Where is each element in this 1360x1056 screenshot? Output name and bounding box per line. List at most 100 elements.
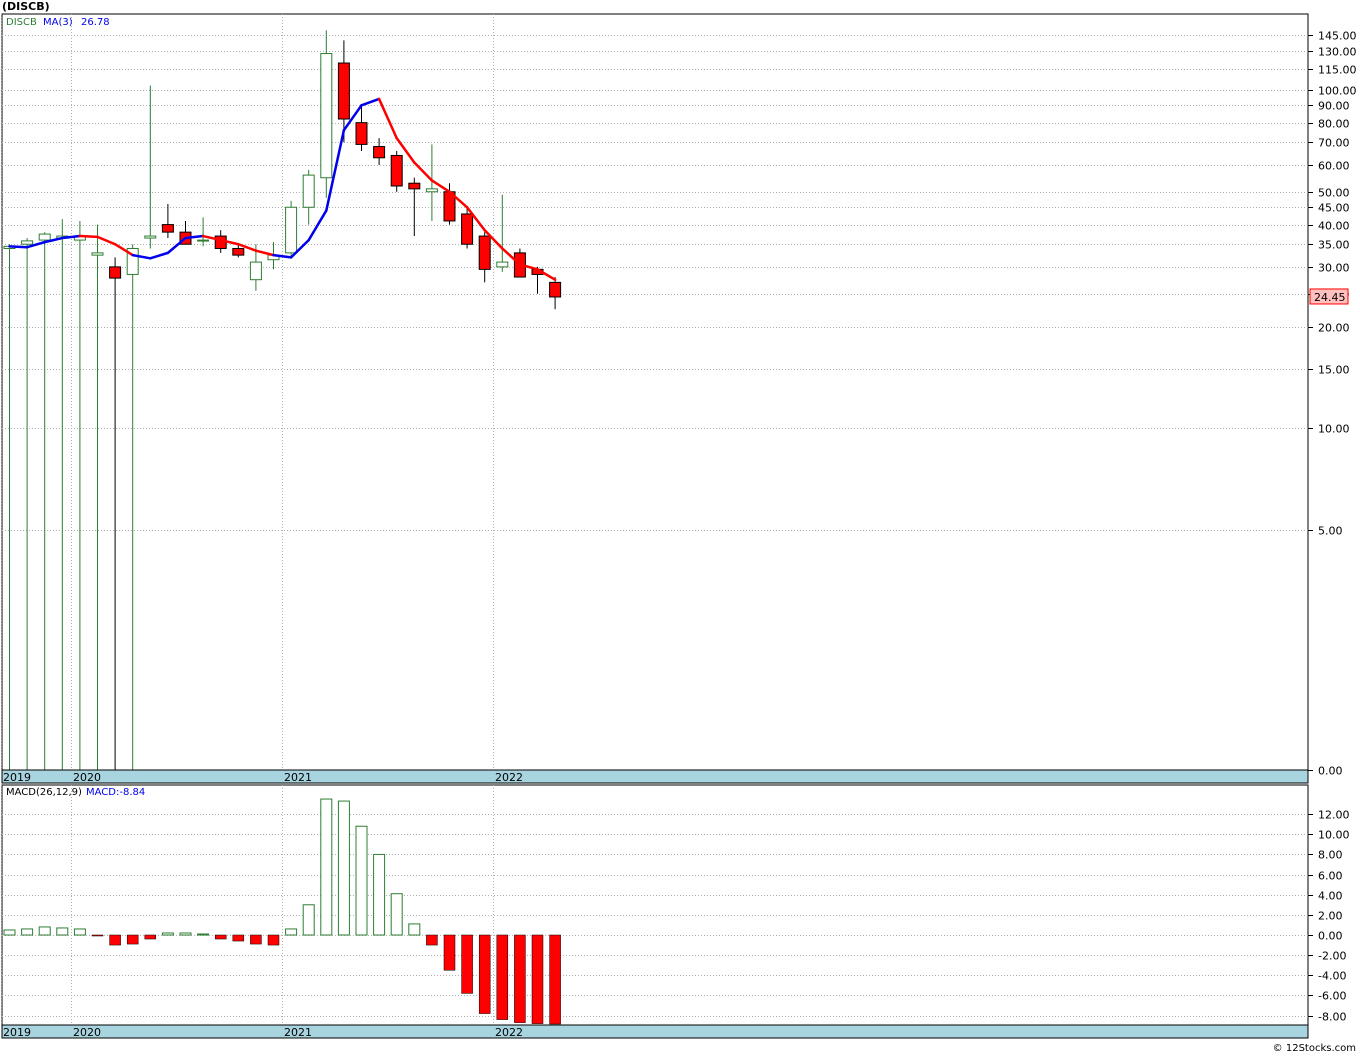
macd-y-tick-label: -6.00 — [1318, 990, 1346, 1003]
candle-body — [337, 62, 350, 120]
ma-line-segment — [8, 245, 29, 249]
candle-body — [302, 174, 315, 208]
price-y-tick-label: 90.00 — [1318, 100, 1350, 113]
macd-bar — [514, 934, 526, 1023]
price-y-tick-label: 20.00 — [1318, 322, 1350, 335]
chart-title: (DISCB) — [2, 0, 50, 13]
price-plot-frame — [1, 13, 1309, 771]
macd-plot-frame — [1, 784, 1309, 1026]
candle-body — [109, 266, 122, 279]
price-y-tick-label: 10.00 — [1318, 423, 1350, 436]
macd-y-tick-label: 6.00 — [1318, 870, 1343, 883]
macd-x-tick-label: 2019 — [3, 1026, 31, 1039]
price-panel: 145.00 130.00 115.00 100.00 90.00 80.00 70.00 6… — [1, 13, 1357, 784]
candle-body — [408, 182, 421, 190]
price-y-tick-label: 130.00 — [1318, 46, 1357, 59]
price-y-tick-label: 15.00 — [1318, 364, 1350, 377]
price-y-tick-label: 50.00 — [1318, 187, 1350, 200]
legend-ma-value: 26.78 — [81, 17, 110, 28]
macd-bar — [531, 934, 544, 1024]
price-y-tick-label: 100.00 — [1318, 85, 1357, 98]
candle-body — [355, 122, 368, 145]
macd-bar — [144, 934, 157, 940]
macd-y-tick-label: -4.00 — [1318, 970, 1346, 983]
macd-bar — [250, 934, 262, 945]
candle-body — [496, 261, 509, 268]
macd-y-tick-label: 8.00 — [1318, 849, 1343, 862]
macd-x-tick-label: 2021 — [284, 1026, 312, 1039]
macd-bar — [161, 932, 174, 936]
macd-bar — [355, 825, 368, 936]
macd-y-tick-label: 10.00 — [1318, 829, 1350, 842]
legend-ma-label: MA(3) — [43, 17, 73, 28]
macd-y-tick-label: 4.00 — [1318, 890, 1343, 903]
price-y-tick-label: 115.00 — [1318, 64, 1357, 77]
macd-bar — [478, 934, 491, 1014]
macd-x-axis-strip — [1, 1024, 1309, 1039]
candle-body — [232, 247, 245, 256]
price-y-tick-label: 145.00 — [1318, 30, 1357, 43]
macd-bar — [73, 928, 86, 936]
candle-body — [38, 233, 51, 241]
macd-bar — [461, 934, 473, 994]
macd-bar — [56, 927, 69, 936]
macd-bar — [549, 934, 561, 1025]
macd-bar — [390, 893, 403, 936]
macd-y-tick-label: 2.00 — [1318, 910, 1343, 923]
price-x-tick-label: 2021 — [284, 771, 312, 784]
price-x-axis-strip — [1, 769, 1309, 784]
macd-bar — [302, 904, 315, 936]
price-y-tick-label: 5.00 — [1318, 525, 1343, 538]
price-y-tick-label: 80.00 — [1318, 118, 1350, 131]
macd-bar — [21, 928, 34, 936]
price-x-tick-label: 2020 — [73, 771, 101, 784]
candle-body — [197, 239, 210, 242]
price-y-tick-label: 70.00 — [1318, 137, 1350, 150]
candle-body — [461, 213, 474, 245]
candle-body — [249, 261, 262, 281]
macd-bar — [443, 934, 456, 971]
macd-bar — [408, 923, 421, 936]
macd-bar — [3, 929, 16, 936]
candle-body — [144, 235, 157, 239]
price-y-tick-label: 40.00 — [1318, 220, 1350, 233]
legend-symbol: DISCB — [6, 17, 37, 28]
macd-bar — [197, 933, 210, 936]
last-price-label: 24.45 — [1314, 291, 1346, 304]
ma-line-segment — [78, 234, 99, 239]
price-y-tick-label: 30.00 — [1318, 262, 1350, 275]
candle-body — [549, 281, 562, 298]
macd-bar — [91, 934, 104, 937]
macd-y-tick-label: -8.00 — [1318, 1011, 1346, 1024]
candle-body — [21, 240, 34, 245]
candle-body — [478, 235, 491, 270]
candle-body — [425, 188, 438, 193]
macd-bar — [38, 926, 51, 936]
macd-x-tick-label: 2020 — [73, 1026, 101, 1039]
price-y-tick-label: 60.00 — [1318, 160, 1350, 173]
macd-bar — [373, 853, 386, 936]
price-x-tick-label: 2022 — [495, 771, 523, 784]
watermark: © 12Stocks.com — [1272, 1043, 1356, 1054]
price-y-tick-label: 0.00 — [1318, 765, 1343, 778]
candle-body — [320, 53, 333, 179]
stock-chart: 145.00 130.00 115.00 100.00 90.00 80.00 70.00 6… — [1, 13, 1357, 1039]
price-y-tick-label: 35.00 — [1318, 239, 1350, 252]
macd-legend-label: MACD(26,12,9) — [6, 787, 82, 798]
candle-body — [373, 146, 386, 159]
macd-y-tick-label: 12.00 — [1318, 809, 1350, 822]
macd-bar — [179, 932, 192, 936]
macd-bar — [214, 934, 227, 940]
candle-body — [91, 252, 104, 256]
macd-bar — [285, 928, 298, 936]
macd-bar — [232, 934, 245, 942]
macd-bar — [426, 934, 438, 946]
macd-bar — [337, 800, 350, 936]
macd-bar — [109, 934, 121, 946]
price-y-tick-label: 45.00 — [1318, 202, 1350, 215]
macd-y-tick-label: 0.00 — [1318, 930, 1343, 943]
candle-body — [285, 206, 298, 254]
macd-legend-value: MACD:-8.84 — [86, 787, 145, 798]
candle-body — [390, 154, 403, 187]
macd-panel: 12.00 10.00 8.00 6.00 4.00 2.00 0.00 -2.00 -4.00… — [1, 784, 1350, 1039]
